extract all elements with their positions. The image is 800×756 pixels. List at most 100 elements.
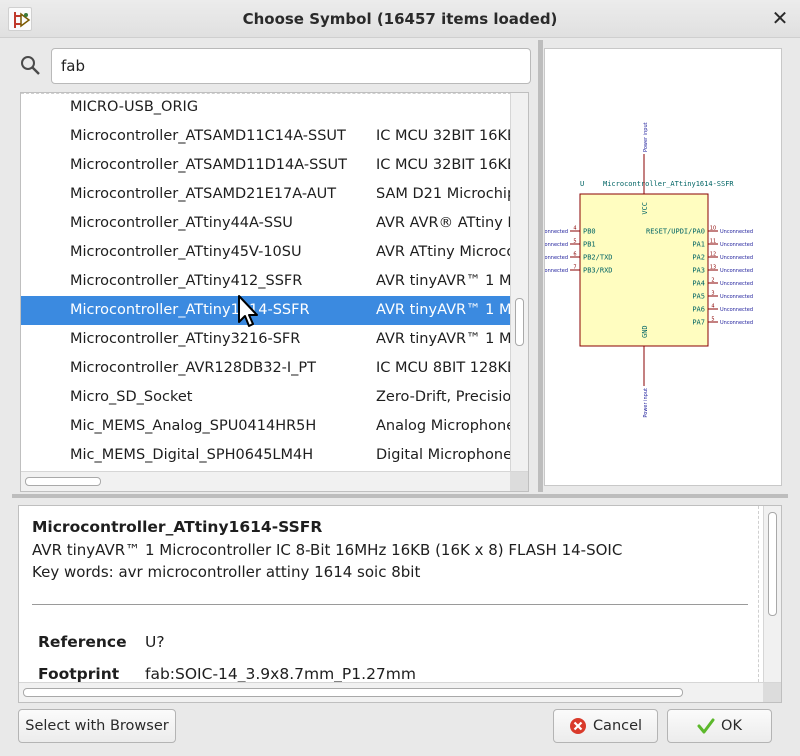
symbol-preview-canvas: U Microcontroller_ATtiny1614-SSFR VCC Power… bbox=[535, 122, 753, 417]
symbol-list-item[interactable]: Mic_MEMS_Analog_SPU0414HR5H Analog Microp… bbox=[21, 412, 510, 441]
symbol-name: Microcontroller_ATSAMD11D14A-SSUT bbox=[70, 157, 347, 173]
pin-name-right: PA6 bbox=[692, 306, 705, 314]
symbol-list-item[interactable]: Microcontroller_AVR128DB32-I_PT IC MCU 8B… bbox=[21, 354, 511, 383]
reference-label: Reference bbox=[38, 633, 127, 651]
list-horizontal-scroll-thumb[interactable] bbox=[25, 477, 101, 486]
pin-number-right: 2 bbox=[711, 278, 714, 284]
symbol-list-item[interactable]: Microcontroller_ATtiny412_SSFR AVR tinyAV… bbox=[21, 267, 511, 296]
symbol-list-item[interactable]: MICRO-USB_ORIG bbox=[21, 93, 510, 122]
symbol-description: IC MCU 8BIT 128KB bbox=[376, 360, 511, 376]
symbol-name: Micro_SD_Socket bbox=[70, 389, 193, 405]
pin-number-right: 4 bbox=[711, 304, 714, 310]
pin-number-left: 5 bbox=[573, 239, 576, 245]
symbol-description: AVR tinyAVR™ 1 Mic bbox=[376, 331, 511, 347]
mouse-pointer-icon bbox=[238, 295, 258, 327]
pin-name-left: PB3/RXD bbox=[583, 267, 613, 275]
pin-name-left: PB2/TXD bbox=[583, 254, 613, 262]
net-label-top: Power input bbox=[643, 122, 649, 152]
select-with-browser-label: Select with Browser bbox=[25, 718, 169, 734]
details-title: Microcontroller_ATtiny1614-SSFR bbox=[32, 518, 323, 536]
pin-number-right: 13 bbox=[710, 265, 716, 271]
symbol-description: AVR AVR® ATtiny M bbox=[376, 215, 511, 231]
symbol-name: Microcontroller_ATtiny412_SSFR bbox=[70, 273, 303, 289]
symbol-list-item-selected[interactable]: Microcontroller_ATtiny1614-SSFR AVR tinyA… bbox=[21, 296, 511, 325]
pin-number-right: 3 bbox=[711, 291, 714, 297]
symbol-description: AVR tinyAVR™ 1 Mic bbox=[376, 302, 511, 318]
symbol-name: Mic_MEMS_Digital_SPH0645LM4H bbox=[70, 447, 314, 463]
details-horizontal-scroll-thumb[interactable] bbox=[23, 688, 683, 697]
details-vertical-scroll-thumb[interactable] bbox=[768, 512, 777, 616]
ok-label: OK bbox=[721, 718, 742, 734]
net-label-right: Unconnected bbox=[720, 229, 753, 235]
symbol-list-item[interactable]: Microcontroller_ATtiny45V-10SU AVR ATtiny… bbox=[21, 238, 511, 267]
symbol-name: Mic_MEMS_Analog_SPU0414HR5H bbox=[70, 418, 317, 434]
pin-name-right: PA1 bbox=[692, 241, 705, 249]
net-label-left: Unconnected bbox=[545, 229, 568, 235]
net-label-left: Unconnected bbox=[545, 255, 568, 261]
select-with-browser-button[interactable]: Select with Browser bbox=[18, 709, 176, 743]
footprint-value: fab:SOIC-14_3.9x8.7mm_P1.27mm bbox=[145, 665, 416, 682]
scroll-corner bbox=[510, 472, 528, 491]
title-bar: Choose Symbol (16457 items loaded) ✕ bbox=[0, 0, 800, 38]
horizontal-splitter[interactable] bbox=[12, 494, 788, 498]
symbol-value: Microcontroller_ATtiny1614-SSFR bbox=[603, 180, 734, 188]
search-input[interactable] bbox=[51, 48, 531, 84]
symbol-description: AVR ATtiny Microco bbox=[376, 244, 511, 260]
symbol-details: Microcontroller_ATtiny1614-SSFR AVR tiny… bbox=[18, 505, 782, 703]
symbol-name: Microcontroller_AVR128DB32-I_PT bbox=[70, 360, 317, 376]
symbol-list-item[interactable]: Mic_MEMS_Digital_SPH0645LM4H Digital Micr… bbox=[21, 441, 511, 470]
net-label-right: Unconnected bbox=[720, 294, 753, 300]
symbol-description: IC MCU 32BIT 16KB bbox=[376, 157, 511, 173]
symbol-description: AVR tinyAVR™ 1 Mic bbox=[376, 273, 511, 289]
cancel-button[interactable]: Cancel bbox=[553, 709, 658, 743]
checkmark-icon bbox=[697, 718, 715, 734]
symbol-name: Microcontroller_ATSAMD11C14A-SSUT bbox=[70, 128, 346, 144]
symbol-description: Digital Microphone bbox=[376, 447, 511, 463]
reference-value: U? bbox=[145, 633, 165, 651]
symbol-list-pane: MICRO-USB_ORIG Microcontroller_ATSAMD11C1… bbox=[7, 40, 537, 492]
list-vertical-scrollbar[interactable] bbox=[510, 93, 528, 471]
net-label-left: Unconnected bbox=[545, 268, 568, 274]
symbol-list-item[interactable]: Microcontroller_ATSAMD21E17A-AUT SAM D21 … bbox=[21, 180, 510, 209]
pin-name-right: PA3 bbox=[692, 267, 705, 275]
pin-number-right: 11 bbox=[710, 239, 716, 245]
details-vertical-scrollbar[interactable] bbox=[763, 506, 781, 682]
pin-name-top: VCC bbox=[641, 202, 649, 215]
details-scroll-corner bbox=[763, 683, 781, 702]
pin-name-left: PB0 bbox=[583, 228, 596, 236]
details-keywords: Key words: avr microcontroller attiny 16… bbox=[32, 563, 421, 581]
pin-name-bottom: GND bbox=[641, 325, 649, 338]
details-divider bbox=[32, 604, 748, 605]
pin-number-right: 5 bbox=[711, 317, 714, 323]
symbol-name: Microcontroller_ATtiny44A-SSU bbox=[70, 215, 293, 231]
symbol-list[interactable]: MICRO-USB_ORIG Microcontroller_ATSAMD11C1… bbox=[20, 92, 529, 492]
cancel-label: Cancel bbox=[592, 718, 643, 734]
net-label-right: Unconnected bbox=[720, 255, 753, 261]
symbol-list-item[interactable]: Microcontroller_ATtiny44A-SSU AVR AVR® AT… bbox=[21, 209, 511, 238]
net-label-right: Unconnected bbox=[720, 242, 753, 248]
symbol-list-item[interactable]: Microcontroller_ATtiny3216-SFR AVR tinyAV… bbox=[21, 325, 511, 354]
vertical-splitter[interactable] bbox=[538, 40, 543, 492]
window-title: Choose Symbol (16457 items loaded) bbox=[242, 10, 558, 28]
symbol-description: Zero-Drift, Precision bbox=[376, 389, 511, 405]
pin-number-left: 6 bbox=[573, 252, 576, 258]
details-content: Microcontroller_ATtiny1614-SSFR AVR tiny… bbox=[19, 506, 759, 682]
pin-name-right: PA5 bbox=[692, 293, 705, 301]
pin-number-left: 7 bbox=[573, 265, 576, 271]
symbol-list-item[interactable]: Microcontroller_ATSAMD11C14A-SSUT IC MCU … bbox=[21, 122, 511, 151]
pin-number-right: 12 bbox=[710, 252, 716, 258]
symbol-list-item[interactable]: Microcontroller_ATSAMD11D14A-SSUT IC MCU … bbox=[21, 151, 511, 180]
footprint-label: Footprint bbox=[38, 665, 120, 682]
list-horizontal-scrollbar[interactable] bbox=[21, 471, 528, 491]
details-description: AVR tinyAVR™ 1 Microcontroller IC 8-Bit … bbox=[32, 541, 623, 559]
symbol-preview: U Microcontroller_ATtiny1614-SSFR VCC Power… bbox=[535, 48, 782, 486]
net-label-left: Unconnected bbox=[545, 242, 568, 248]
ok-button[interactable]: OK bbox=[667, 709, 772, 743]
symbol-description: IC MCU 32BIT 16KB bbox=[376, 128, 511, 144]
details-horizontal-scrollbar[interactable] bbox=[19, 682, 781, 702]
symbol-name: Microcontroller_ATtiny3216-SFR bbox=[70, 331, 301, 347]
symbol-list-item[interactable]: Micro_SD_Socket Zero-Drift, Precision bbox=[21, 383, 511, 412]
close-icon[interactable]: ✕ bbox=[770, 8, 790, 28]
cancel-icon bbox=[569, 718, 586, 734]
list-vertical-scroll-thumb[interactable] bbox=[515, 298, 524, 346]
